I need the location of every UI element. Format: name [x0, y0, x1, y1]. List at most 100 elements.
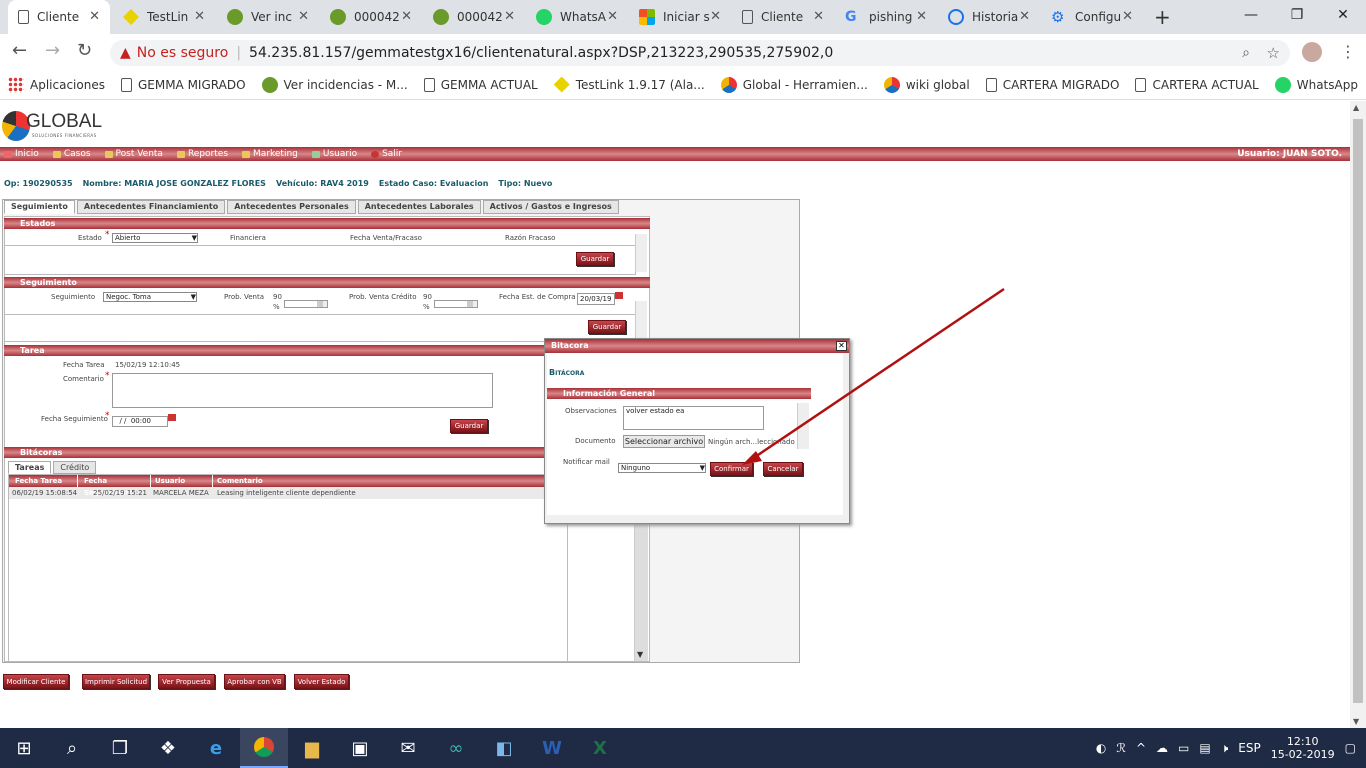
calendar-icon[interactable] — [168, 414, 176, 421]
seleccionar-archivo-button[interactable]: Seleccionar archivo — [623, 435, 705, 448]
table-row[interactable]: 06/02/19 15:08:54 25/02/19 15:21 MARCELA… — [9, 487, 567, 499]
volume-icon[interactable]: 🕨 — [1221, 741, 1229, 756]
scrollbar[interactable]: ▲ ▼ — [634, 501, 648, 661]
close-tab-icon[interactable]: ✕ — [916, 9, 927, 24]
close-tab-icon[interactable]: ✕ — [401, 9, 412, 24]
mail-icon[interactable]: ✉ — [384, 728, 432, 768]
seguimiento-save-button[interactable]: Guardar — [588, 320, 626, 334]
bookmark-item[interactable]: CARTERA ACTUAL — [1127, 77, 1266, 92]
modificar-cliente-button[interactable]: Modificar Cliente — [3, 674, 69, 689]
notification-badge-icon[interactable]: ◐ — [1096, 741, 1106, 755]
browser-tab[interactable]: G pishing ✕ — [835, 0, 937, 34]
task-view-icon[interactable]: ❐ — [96, 728, 144, 768]
close-tab-icon[interactable]: ✕ — [298, 9, 309, 24]
close-tab-icon[interactable]: ✕ — [1019, 9, 1030, 24]
bookmark-item[interactable]: CARTERA MIGRADO — [978, 77, 1128, 92]
subtab-tareas[interactable]: Tareas — [8, 461, 52, 474]
word-icon[interactable]: W — [528, 728, 576, 768]
estado-select[interactable]: Abierto ▼ — [112, 233, 198, 243]
zoom-icon[interactable]: ⌕ — [1242, 45, 1250, 61]
bookmark-item[interactable]: Ver incidencias - M... — [254, 76, 416, 93]
network-icon[interactable]: ▤ — [1199, 741, 1210, 755]
edge-icon[interactable]: e — [192, 728, 240, 768]
bookmark-item[interactable]: TestLink 1.9.17 (Ala... — [546, 76, 713, 93]
menu-item-marketing[interactable]: Marketing — [242, 149, 298, 159]
calendar-icon[interactable] — [615, 292, 623, 299]
store-icon[interactable]: ▣ — [336, 728, 384, 768]
browser-tab[interactable]: ⚙ Configu ✕ — [1041, 0, 1143, 34]
browser-tab[interactable]: WhatsA ✕ — [526, 0, 628, 34]
tarea-save-button[interactable]: Guardar — [450, 419, 488, 433]
menu-item-inicio[interactable]: Inicio — [4, 149, 39, 159]
browser-tab[interactable]: 000042 ✕ — [423, 0, 525, 34]
dropbox-icon[interactable]: ❖ — [144, 728, 192, 768]
restore-icon[interactable]: ❐ — [1274, 0, 1320, 30]
url-field[interactable]: ▲ No es seguro | 54.235.81.157/gemmatest… — [110, 40, 1290, 66]
language-indicator[interactable]: ESP — [1238, 741, 1260, 755]
fecha-seguimiento-input[interactable]: / / 00:00 — [112, 416, 168, 427]
bookmark-item[interactable]: WhatsApp — [1267, 76, 1366, 93]
page-scrollbar[interactable]: ▲ ▼ — [1350, 101, 1366, 728]
estados-save-button[interactable]: Guardar — [576, 252, 614, 266]
close-tab-icon[interactable]: ✕ — [710, 9, 721, 24]
browser-tab[interactable]: Cliente ✕ — [8, 0, 110, 34]
subtab-credito[interactable]: Crédito — [53, 461, 97, 474]
chrome-icon[interactable] — [240, 728, 288, 768]
tab-activos-gastos[interactable]: Activos / Gastos e Ingresos — [482, 200, 619, 214]
arduino-icon[interactable]: ∞ — [432, 728, 480, 768]
scroll-down-icon[interactable]: ▼ — [1353, 717, 1359, 726]
browser-tab[interactable]: Iniciar s ✕ — [629, 0, 731, 34]
menu-dots-icon[interactable]: ⋮ — [1340, 42, 1356, 61]
volver-estado-button[interactable]: Volver Estado — [294, 674, 349, 689]
menu-item-post-venta[interactable]: Post Venta — [104, 149, 163, 159]
reload-icon[interactable]: ↻ — [77, 40, 92, 61]
onedrive-icon[interactable]: ☁ — [1156, 741, 1168, 755]
bookmark-item[interactable]: Aplicaciones — [0, 76, 113, 93]
prob-credito-slider[interactable] — [434, 300, 478, 308]
menu-item-reportes[interactable]: Reportes — [176, 149, 228, 159]
windows-start-icon[interactable]: ⊞ — [0, 728, 48, 768]
imprimir-solicitud-button[interactable]: Imprimir Solicitud — [82, 674, 150, 689]
close-tab-icon[interactable]: ✕ — [194, 9, 205, 24]
close-tab-icon[interactable]: ✕ — [813, 9, 824, 24]
ver-propuesta-button[interactable]: Ver Propuesta — [158, 674, 215, 689]
search-icon[interactable]: ⌕ — [48, 728, 96, 768]
minimize-icon[interactable]: — — [1228, 0, 1274, 30]
action-center-icon[interactable]: ▢ — [1345, 741, 1356, 755]
close-tab-icon[interactable]: ✕ — [89, 9, 100, 24]
scroll-down-icon[interactable]: ▼ — [637, 650, 643, 659]
prob-venta-slider[interactable] — [284, 300, 328, 308]
bookmark-item[interactable]: GEMMA ACTUAL — [416, 77, 546, 92]
file-explorer-icon[interactable]: ▆ — [288, 728, 336, 768]
new-tab-icon[interactable]: + — [1154, 5, 1171, 29]
bookmark-item[interactable]: GEMMA MIGRADO — [113, 77, 254, 92]
forward-icon[interactable]: → — [45, 40, 60, 61]
tab-antecedentes-financiamiento[interactable]: Antecedentes Financiamiento — [76, 200, 226, 214]
comentario-textarea[interactable] — [112, 373, 493, 408]
tab-seguimiento[interactable]: Seguimiento — [4, 200, 75, 214]
menu-item-casos[interactable]: Casos — [52, 149, 91, 159]
app-icon[interactable]: ◧ — [480, 728, 528, 768]
notificar-mail-select[interactable]: Ninguno ▼ — [618, 463, 706, 473]
battery-icon[interactable]: ▭ — [1178, 741, 1189, 755]
tab-antecedentes-laborales[interactable]: Antecedentes Laborales — [357, 200, 481, 214]
close-tab-icon[interactable]: ✕ — [504, 9, 515, 24]
fecha-compra-input[interactable]: 20/03/19 — [577, 293, 615, 305]
avatar[interactable] — [1302, 42, 1322, 62]
browser-tab[interactable]: Cliente ✕ — [732, 0, 834, 34]
tab-antecedentes-personales[interactable]: Antecedentes Personales — [227, 200, 356, 214]
excel-icon[interactable]: X — [576, 728, 624, 768]
aprobar-vb-button[interactable]: Aprobar con VB — [224, 674, 285, 689]
bookmark-item[interactable]: Global - Herramien... — [713, 76, 876, 93]
scrollbar[interactable] — [635, 301, 647, 339]
back-icon[interactable]: ← — [12, 40, 27, 61]
people-icon[interactable]: ℛ — [1116, 741, 1126, 755]
bookmark-item[interactable]: wiki global — [876, 76, 978, 93]
scroll-up-icon[interactable]: ▲ — [1353, 103, 1359, 112]
chevron-up-icon[interactable]: ^ — [1136, 741, 1146, 755]
menu-item-salir[interactable]: Salir — [371, 149, 402, 159]
browser-tab[interactable]: 000042 ✕ — [320, 0, 422, 34]
scrollbar[interactable] — [635, 234, 647, 272]
browser-tab[interactable]: Ver inc ✕ — [217, 0, 319, 34]
close-tab-icon[interactable]: ✕ — [607, 9, 618, 24]
